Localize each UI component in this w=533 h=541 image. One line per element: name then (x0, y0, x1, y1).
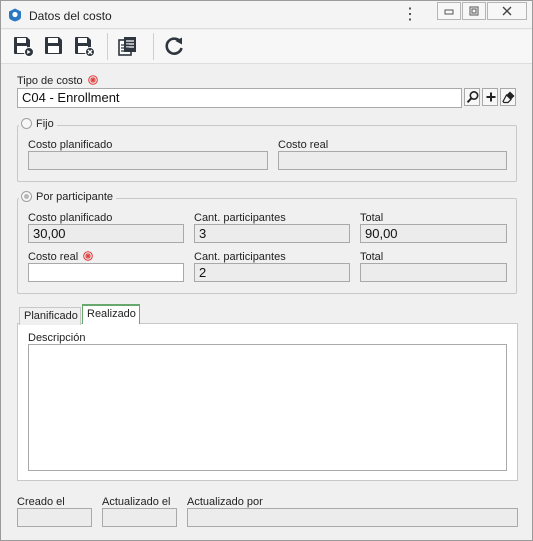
more-options-icon[interactable]: ⋮ (402, 5, 418, 25)
add-button[interactable] (482, 88, 498, 106)
actualizado-por-field[interactable] (187, 508, 518, 527)
creado-field[interactable] (17, 508, 92, 527)
toolbar-separator (153, 33, 154, 60)
save-and-close-icon (75, 37, 95, 57)
save-and-new-button[interactable] (11, 34, 35, 58)
save-and-close-button[interactable] (72, 34, 96, 58)
pp-costo-planificado-label: Costo planificado (28, 212, 113, 224)
fijo-costo-real-field[interactable] (278, 151, 507, 170)
pp-total-real-field[interactable] (360, 263, 507, 282)
actualizado-label: Actualizado el (102, 496, 171, 508)
title-bar: Datos del costo ⋮ (1, 1, 532, 29)
save-and-new-icon (14, 37, 34, 57)
por-participante-legend-text: Por participante (36, 191, 114, 203)
actualizado-field[interactable] (102, 508, 177, 527)
refresh-icon (165, 37, 183, 55)
tab-planificado[interactable]: Planificado (19, 307, 81, 325)
fijo-legend: Fijo (19, 118, 57, 130)
minimize-icon (444, 9, 454, 15)
pp-cant-participantes-field[interactable]: 3 (194, 224, 350, 243)
tipo-costo-label-text: Tipo de costo (17, 75, 83, 87)
window-title: Datos del costo (29, 9, 112, 23)
pp-costo-planificado-field[interactable]: 30,00 (28, 224, 184, 243)
actualizado-por-label: Actualizado por (187, 496, 263, 508)
pp-costo-real-field[interactable] (28, 263, 184, 282)
toolbar-separator (107, 33, 108, 60)
search-button[interactable] (464, 88, 480, 106)
tab-realizado[interactable]: Realizado (82, 304, 140, 324)
pp-total-field[interactable]: 90,00 (360, 224, 507, 243)
fijo-legend-text: Fijo (36, 118, 54, 130)
toolbar (1, 30, 532, 64)
save-button[interactable] (42, 34, 66, 58)
tipo-costo-field[interactable]: C04 - Enrollment (17, 88, 462, 108)
close-button[interactable] (487, 2, 527, 20)
pp-cant-participantes-label: Cant. participantes (194, 212, 286, 224)
eraser-icon (502, 91, 515, 104)
fijo-costo-real-label: Costo real (278, 139, 329, 151)
maximize-button[interactable] (462, 2, 486, 20)
pp-total-label: Total (360, 212, 384, 224)
descripcion-textarea[interactable] (28, 344, 507, 471)
app-icon (8, 8, 22, 22)
pp-cant-participantes-real-field[interactable]: 2 (194, 263, 350, 282)
maximize-icon (469, 6, 479, 16)
close-icon (502, 6, 512, 16)
clear-button[interactable] (500, 88, 516, 106)
search-icon (466, 90, 479, 103)
fijo-radio[interactable] (21, 118, 32, 129)
save-icon (45, 37, 62, 54)
pp-costo-real-label-text: Costo real (28, 251, 79, 263)
por-participante-radio[interactable] (21, 191, 32, 202)
tipo-costo-label: Tipo de costo (17, 75, 98, 87)
required-icon (87, 75, 98, 85)
cost-data-window: Datos del costo ⋮ Tipo de costo C04 - En… (0, 0, 533, 541)
plus-icon (486, 92, 496, 102)
minimize-button[interactable] (437, 2, 461, 20)
fijo-costo-planificado-field[interactable] (28, 151, 268, 170)
fijo-costo-planificado-label: Costo planificado (28, 139, 113, 151)
copy-button[interactable] (116, 34, 140, 58)
refresh-button[interactable] (162, 34, 186, 58)
required-icon (83, 251, 94, 261)
pp-cant-participantes-real-label: Cant. participantes (194, 251, 286, 263)
creado-label: Creado el (17, 496, 65, 508)
copy-icon (118, 37, 136, 56)
por-participante-legend: Por participante (19, 191, 117, 203)
descripcion-label: Descripción (28, 332, 86, 344)
pp-total-real-label: Total (360, 251, 384, 263)
pp-costo-real-label: Costo real (28, 251, 94, 263)
